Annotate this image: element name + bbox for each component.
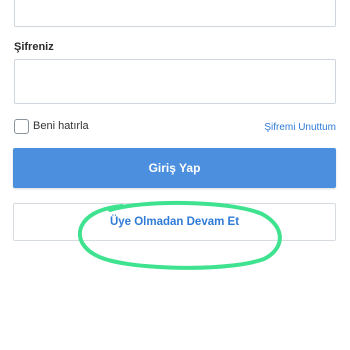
remember-row: Beni hatırla Şifremi Unuttum bbox=[14, 119, 336, 137]
username-field[interactable] bbox=[14, 0, 336, 27]
forgot-password-link[interactable]: Şifremi Unuttum bbox=[264, 122, 336, 133]
login-screen: Şifreniz Beni hatırla Şifremi Unuttum Gi… bbox=[0, 0, 350, 350]
continue-as-guest-button[interactable]: Üye Olmadan Devam Et bbox=[13, 203, 336, 241]
password-label: Şifreniz bbox=[14, 41, 54, 53]
login-button[interactable]: Giriş Yap bbox=[13, 148, 336, 188]
password-field[interactable] bbox=[14, 59, 336, 104]
remember-checkbox[interactable] bbox=[14, 119, 29, 134]
remember-label: Beni hatırla bbox=[33, 120, 89, 132]
